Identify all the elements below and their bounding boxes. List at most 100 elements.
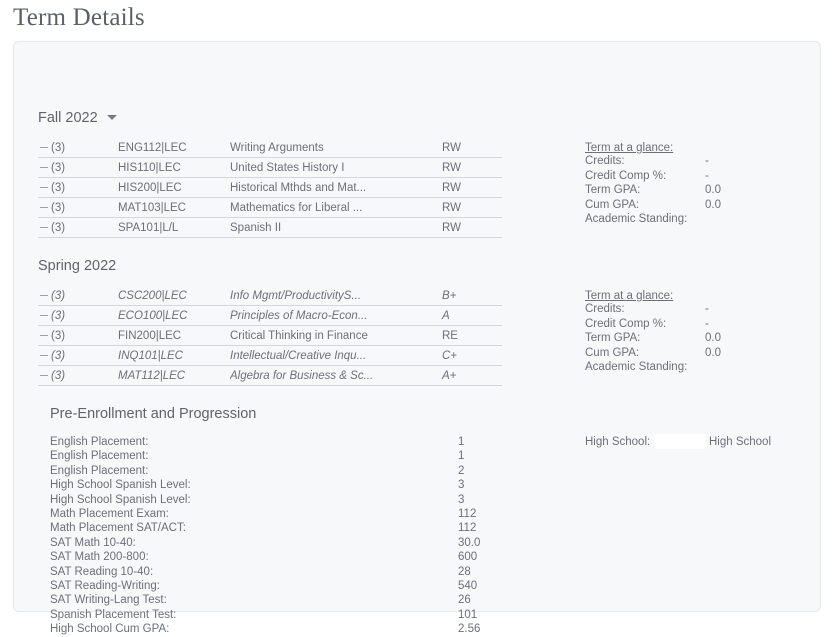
high-school-label: High School: <box>585 436 651 448</box>
course-credits: (3) <box>51 350 66 362</box>
table-row[interactable]: (3) MAT112|LEC Algebra for Business & Sc..… <box>38 365 502 386</box>
course-grade: RW <box>438 197 502 218</box>
table-row[interactable]: (3) MAT103|LEC Mathematics for Liberal ...… <box>38 197 502 218</box>
course-credits-cell: (3) <box>38 177 118 198</box>
pre-enrollment-value: 2 <box>458 464 465 477</box>
course-credits: (3) <box>51 162 66 174</box>
course-credits-cell: (3) <box>38 286 118 306</box>
pre-enrollment-label: SAT Math 200-800: <box>50 551 149 564</box>
course-credits: (3) <box>51 142 66 154</box>
course-title: Writing Arguments <box>230 138 438 158</box>
pre-enrollment-label: Math Placement Exam: <box>50 507 169 520</box>
course-credits: (3) <box>51 182 66 194</box>
term-at-a-glance-panel: Term at a glance: Credits: - Credit Comp %:… <box>585 290 815 376</box>
term-details-card: Fall 2022 (3) ENG112|LEC Writing Arguments R… <box>13 41 821 635</box>
course-title: Spanish II <box>230 217 438 238</box>
table-row[interactable]: (3) HIS200|LEC Historical Mthds and Mat...… <box>38 177 502 198</box>
glance-row: Term GPA: 0.0 <box>585 184 815 199</box>
term-at-a-glance-panel: Term at a glance: Credits: - Credit Comp %:… <box>585 142 815 228</box>
pre-enrollment-label: High School Spanish Level: <box>50 479 191 492</box>
pre-enrollment-value: 101 <box>458 608 478 621</box>
course-grade: RW <box>438 157 502 178</box>
table-row[interactable]: (3) SPA101|L/L Spanish II RW <box>38 217 502 238</box>
pre-enrollment-value: 26 <box>458 594 471 607</box>
page-title: Term Details <box>13 4 145 31</box>
table-row[interactable]: (3) HIS110|LEC United States History I RW <box>38 157 502 178</box>
table-row[interactable]: (3) ENG112|LEC Writing Arguments RW <box>38 138 502 158</box>
glance-row: Credit Comp %: - <box>585 318 815 333</box>
course-grade: B+ <box>438 286 502 306</box>
course-credits-cell: (3) <box>38 365 118 386</box>
chevron-down-icon[interactable] <box>106 114 117 120</box>
course-credits: (3) <box>51 290 66 302</box>
glance-value: 0.0 <box>705 346 721 359</box>
course-credits-cell: (3) <box>38 138 118 158</box>
pre-enrollment-row: English Placement: 2 <box>50 465 490 479</box>
pre-enrollment-heading: Pre-Enrollment and Progression <box>50 406 257 422</box>
grade-placeholder-dash-icon <box>40 355 48 356</box>
pre-enrollment-label: SAT Reading-Writing: <box>50 579 160 592</box>
course-credits-cell: (3) <box>38 157 118 178</box>
glance-row: Credits: - <box>585 303 815 318</box>
pre-enrollment-value: 28 <box>458 565 471 578</box>
grade-placeholder-dash-icon <box>40 295 48 296</box>
pre-enrollment-label: English Placement: <box>50 436 149 448</box>
table-row[interactable]: (3) CSC200|LEC Info Mgmt/ProductivityS... B… <box>38 286 502 306</box>
glance-row: Academic Standing: <box>585 213 815 228</box>
table-row[interactable]: (3) FIN200|LEC Critical Thinking in Financ… <box>38 325 502 346</box>
course-credits-cell: (3) <box>38 217 118 238</box>
course-table: (3) CSC200|LEC Info Mgmt/ProductivityS... B… <box>38 286 502 386</box>
pre-enrollment-value: 30.0 <box>458 536 481 549</box>
pre-enrollment-value: 3 <box>458 493 465 506</box>
pre-enrollment-value: 112 <box>458 507 477 520</box>
course-grade: RW <box>438 217 502 238</box>
grade-placeholder-dash-icon <box>40 167 48 168</box>
pre-enrollment-label: SAT Writing-Lang Test: <box>50 594 167 607</box>
pre-enrollment-row: SAT Reading-Writing: 540 <box>50 580 490 594</box>
course-title: Historical Mthds and Mat... <box>230 177 438 198</box>
glance-label: Cum GPA: <box>585 198 640 211</box>
pre-enrollment-value: 540 <box>458 579 478 592</box>
pre-enrollment-row: SAT Writing-Lang Test: 26 <box>50 594 490 608</box>
pre-enrollment-row: SAT Reading 10-40: 28 <box>50 566 490 580</box>
term-name: Fall 2022 <box>38 110 98 126</box>
glance-label: Credits: <box>585 303 625 315</box>
glance-label: Cum GPA: <box>585 346 640 359</box>
glance-value: 0.0 <box>705 198 721 211</box>
course-title: Mathematics for Liberal ... <box>230 197 438 218</box>
table-row[interactable]: (3) INQ101|LEC Intellectual/Creative Inqu.… <box>38 345 502 366</box>
pre-enrollment-row: High School Spanish Level: 3 <box>50 479 490 493</box>
glance-row: Term GPA: 0.0 <box>585 332 815 347</box>
course-credits: (3) <box>51 222 66 234</box>
pre-enrollment-value: 1 <box>458 436 465 448</box>
course-code: CSC200|LEC <box>118 286 230 306</box>
term-header-1[interactable]: Fall 2022 <box>38 110 117 126</box>
pre-enrollment-row: Spanish Placement Test: 101 <box>50 609 490 623</box>
glance-row: Cum GPA: 0.0 <box>585 199 815 214</box>
pre-enrollment-row: SAT Math 200-800: 600 <box>50 551 490 565</box>
course-code: SPA101|L/L <box>118 217 230 238</box>
course-title: United States History I <box>230 157 438 178</box>
glance-row: Credits: - <box>585 155 815 170</box>
course-grade: RE <box>438 325 502 346</box>
pre-enrollment-value: 2.56 <box>458 623 481 636</box>
glance-label: Term GPA: <box>585 332 641 344</box>
glance-label: Credit Comp %: <box>585 317 667 330</box>
course-grade: A+ <box>438 365 502 386</box>
glance-row: Cum GPA: 0.0 <box>585 347 815 362</box>
course-grade: A <box>438 305 502 326</box>
course-title: Principles of Macro-Econ... <box>230 305 438 326</box>
pre-enrollment-row: English Placement: 1 <box>50 450 490 464</box>
course-credits: (3) <box>51 370 66 382</box>
glance-label: Term GPA: <box>585 184 641 196</box>
course-code: FIN200|LEC <box>118 325 230 346</box>
course-title: Algebra for Business & Sc... <box>230 365 438 386</box>
table-row[interactable]: (3) ECO100|LEC Principles of Macro-Econ...… <box>38 305 502 326</box>
course-code: MAT103|LEC <box>118 197 230 218</box>
high-school-redaction <box>654 434 706 449</box>
course-credits: (3) <box>51 202 66 214</box>
term-header-2: Spring 2022 <box>38 258 116 274</box>
grade-placeholder-dash-icon <box>40 147 48 148</box>
pre-enrollment-label: Spanish Placement Test: <box>50 608 177 621</box>
grade-placeholder-dash-icon <box>40 315 48 316</box>
